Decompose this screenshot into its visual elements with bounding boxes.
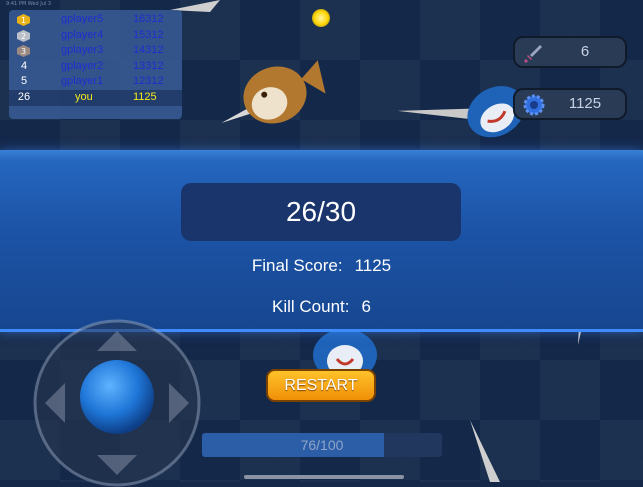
progress-label: 76/100 bbox=[300, 437, 344, 453]
final-score-value: 1125 bbox=[354, 256, 392, 275]
bronze-medal-icon: 3 bbox=[17, 45, 30, 58]
player-rank: 5 bbox=[20, 75, 28, 88]
player-name: gplayer4 bbox=[61, 28, 104, 41]
player-score: 1125 bbox=[133, 90, 157, 103]
player-name: gplayer2 bbox=[61, 59, 104, 72]
leaderboard: 1 gplayer5 16312 2 gplayer4 15312 3 gpla… bbox=[9, 10, 182, 119]
leaderboard-row: 1 gplayer5 16312 bbox=[9, 12, 182, 28]
player-score: 12312 bbox=[133, 75, 164, 88]
leaderboard-row-you: 26 you 1125 bbox=[9, 89, 182, 106]
player-score: 13312 bbox=[133, 59, 164, 72]
leaderboard-row: 4 gplayer2 13312 bbox=[9, 59, 182, 75]
round-counter: 26/30 bbox=[181, 183, 461, 241]
leaderboard-row: 3 gplayer3 14312 bbox=[9, 43, 182, 59]
home-indicator[interactable] bbox=[244, 475, 404, 479]
player-name: you bbox=[75, 90, 93, 103]
player-score: 15312 bbox=[133, 28, 164, 41]
kill-count-label: Kill Count: bbox=[272, 297, 350, 316]
final-score: Final Score: 1125 bbox=[0, 256, 643, 276]
player-name: gplayer3 bbox=[61, 44, 104, 57]
final-score-label: Final Score: bbox=[251, 256, 343, 275]
gear-coin-icon bbox=[523, 94, 545, 116]
leaderboard-row: 5 gplayer1 12312 bbox=[9, 74, 182, 90]
joystick-knob bbox=[80, 360, 154, 434]
leaderboard-row: 2 gplayer4 15312 bbox=[9, 28, 182, 44]
sword-icon bbox=[524, 45, 542, 63]
kills-value: 6 bbox=[580, 43, 590, 60]
player-name: gplayer5 bbox=[61, 13, 104, 25]
restart-button[interactable]: RESTART bbox=[266, 369, 376, 402]
player-rank: 4 bbox=[20, 59, 28, 72]
silver-medal-icon: 2 bbox=[17, 29, 30, 42]
player-score: 16312 bbox=[133, 13, 164, 25]
gold-medal-icon: 1 bbox=[17, 14, 30, 26]
player-score: 14312 bbox=[133, 44, 164, 57]
virtual-joystick[interactable] bbox=[33, 319, 201, 487]
player-rank: 26 bbox=[17, 90, 31, 103]
player-name: gplayer1 bbox=[61, 75, 104, 88]
svg-text:3: 3 bbox=[21, 47, 26, 56]
kills-counter: 6 bbox=[513, 36, 627, 68]
narwhal-tusk bbox=[470, 420, 500, 482]
points-value: 1125 bbox=[568, 95, 602, 112]
points-counter: 1125 bbox=[513, 88, 627, 120]
player-fish bbox=[221, 60, 326, 124]
round-progress-bar: 76/100 bbox=[202, 433, 442, 457]
food-pellet bbox=[312, 9, 330, 27]
kill-count: Kill Count: 6 bbox=[0, 297, 643, 317]
svg-text:1: 1 bbox=[21, 16, 26, 25]
kill-count-value: 6 bbox=[361, 297, 371, 316]
svg-text:2: 2 bbox=[21, 32, 26, 41]
